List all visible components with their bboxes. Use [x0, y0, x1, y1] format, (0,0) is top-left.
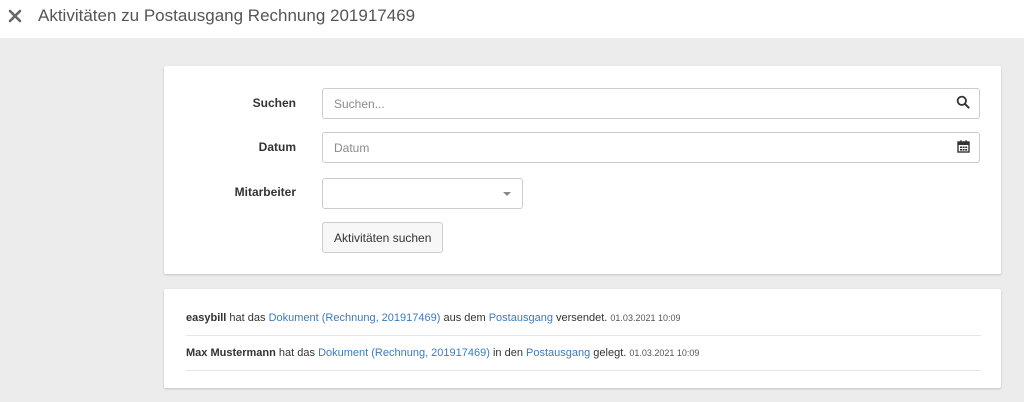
divider	[186, 370, 981, 371]
activity-timestamp: 01.03.2021 10:09	[629, 348, 700, 358]
activity-text: aus dem	[440, 312, 489, 324]
date-input[interactable]	[322, 132, 980, 163]
calendar-icon[interactable]	[957, 140, 973, 156]
activity-item: Max Mustermann hat das Dokument (Rechnun…	[186, 347, 981, 359]
search-label: Suchen	[252, 96, 296, 110]
outbox-link[interactable]: Postausgang	[526, 347, 590, 359]
activity-user: Max Mustermann	[186, 347, 276, 359]
page-title: Aktivitäten zu Postausgang Rechnung 2019…	[38, 6, 416, 25]
outbox-link[interactable]: Postausgang	[489, 312, 553, 324]
close-icon[interactable]	[8, 7, 24, 25]
search-input[interactable]	[322, 88, 980, 119]
employee-label: Mitarbeiter	[234, 185, 296, 199]
search-icon[interactable]	[956, 95, 972, 111]
activity-user: easybill	[186, 312, 227, 324]
employee-select[interactable]	[322, 178, 523, 209]
activity-text: in den	[489, 347, 526, 359]
activity-item: easybill hat das Dokument (Rechnung, 201…	[186, 312, 981, 324]
date-label: Datum	[258, 140, 296, 154]
activity-text: hat das	[226, 312, 269, 324]
activity-text: versendet.	[552, 312, 611, 324]
header-bar: Aktivitäten zu Postausgang Rechnung 2019…	[0, 0, 1024, 38]
document-link[interactable]: Dokument (Rechnung, 201917469)	[318, 347, 490, 359]
divider	[186, 335, 981, 336]
search-activities-button[interactable]: Aktivitäten suchen	[322, 222, 444, 253]
activity-list: easybill hat das Dokument (Rechnung, 201…	[164, 289, 1001, 388]
chevron-down-icon	[503, 192, 511, 196]
search-panel: Suchen Datum Mitarbeiter Aktivitäten suc…	[164, 66, 1001, 274]
activity-text: hat das	[275, 347, 319, 359]
document-link[interactable]: Dokument (Rechnung, 201917469)	[269, 312, 441, 324]
activity-timestamp: 01.03.2021 10:09	[610, 313, 681, 323]
activity-text: gelegt.	[590, 347, 630, 359]
